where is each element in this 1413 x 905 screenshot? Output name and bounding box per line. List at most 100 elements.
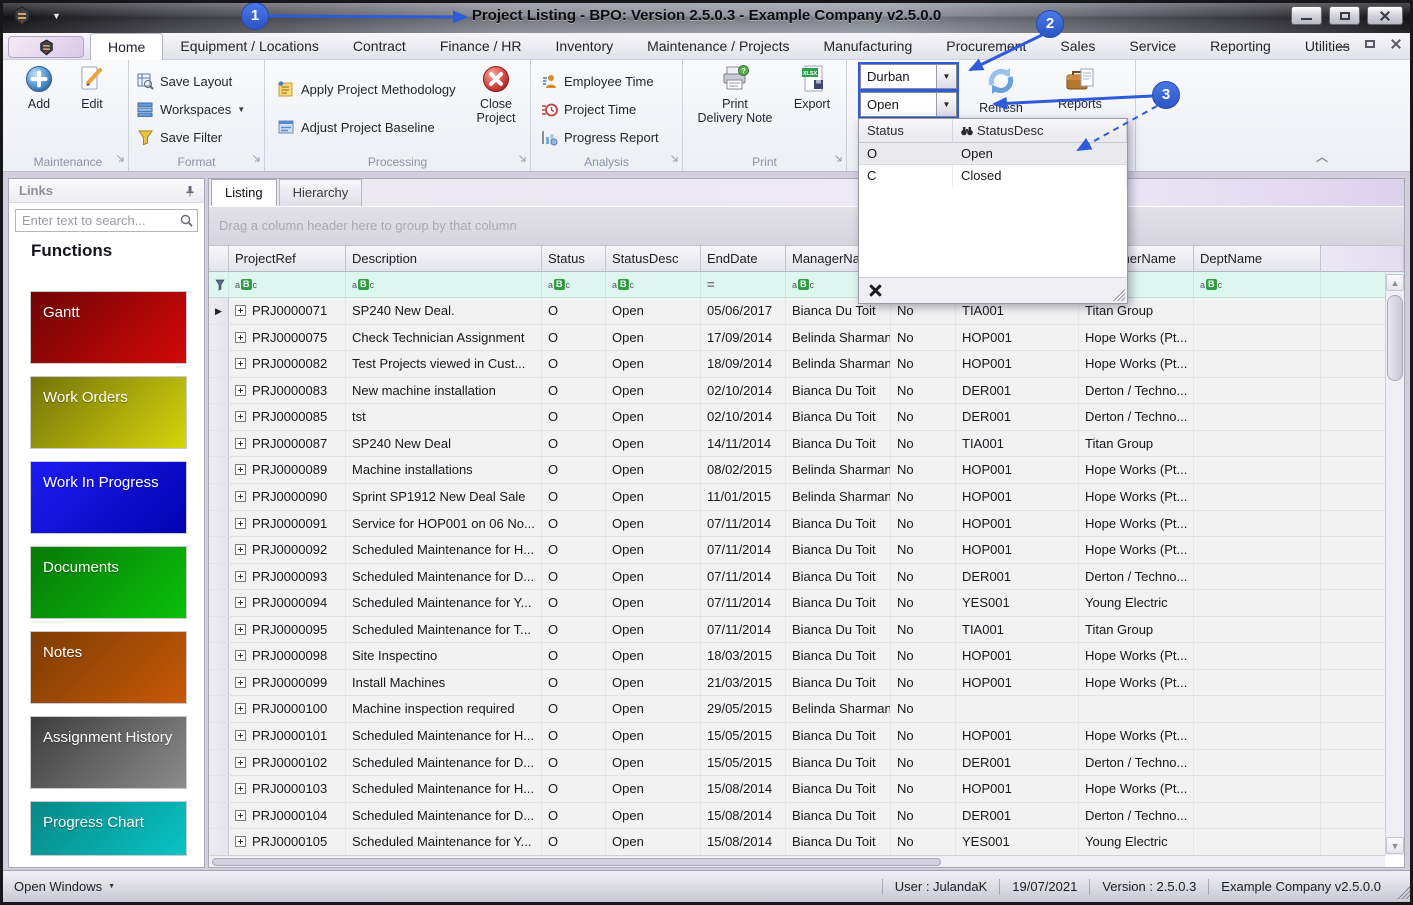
project-row-PRJ0000091[interactable]: PRJ0000091 Service for HOP001 on 06 No...… — [209, 510, 1404, 538]
popup-column-status[interactable]: Status — [859, 119, 953, 142]
project-row-PRJ0000090[interactable]: PRJ0000090 Sprint SP1912 New Deal Sale O Op… — [209, 483, 1404, 511]
save-filter-button[interactable]: Save Filter — [137, 124, 222, 150]
column-header-status[interactable]: Status — [542, 246, 606, 272]
filter-cell-statusdesc[interactable]: aBc — [606, 272, 701, 297]
function-button-work-in-progress[interactable]: Work In Progress — [30, 461, 187, 534]
expand-row-icon[interactable] — [235, 783, 246, 795]
expand-row-icon[interactable] — [235, 836, 246, 848]
expand-row-icon[interactable] — [235, 756, 246, 768]
function-button-documents[interactable]: Documents — [30, 546, 187, 619]
expand-row-icon[interactable] — [235, 384, 246, 396]
close-button[interactable] — [1367, 6, 1403, 25]
minimize-button[interactable] — [1291, 6, 1322, 25]
tab-listing[interactable]: Listing — [211, 179, 277, 206]
project-row-PRJ0000093[interactable]: PRJ0000093 Scheduled Maintenance for D...… — [209, 563, 1404, 591]
ribbon-tab-reporting[interactable]: Reporting — [1193, 33, 1288, 60]
expand-row-icon[interactable] — [235, 730, 246, 741]
adjust-project-baseline-button[interactable]: Adjust Project Baseline — [277, 114, 435, 140]
export-button[interactable]: XLSX Export — [783, 64, 841, 111]
apply-project-methodology-button[interactable]: Apply Project Methodology — [277, 76, 456, 102]
ribbon-tab-equipment-locations[interactable]: Equipment / Locations — [163, 33, 336, 60]
window-resize-grip[interactable] — [1397, 886, 1410, 899]
expand-row-icon[interactable] — [235, 358, 246, 370]
horizontal-scrollbar[interactable] — [209, 855, 1385, 867]
mdi-restore-icon[interactable] — [1365, 40, 1375, 48]
maintenance-dialog-launcher-icon[interactable] — [116, 150, 125, 168]
group-by-panel[interactable]: Drag a column header here to group by th… — [209, 207, 1404, 246]
save-layout-button[interactable]: Save Layout — [137, 68, 232, 94]
analysis-dialog-launcher-icon[interactable] — [670, 150, 679, 168]
expand-row-icon[interactable] — [235, 305, 246, 316]
expand-row-icon[interactable] — [235, 437, 246, 449]
project-row-PRJ0000085[interactable]: PRJ0000085 tst O Open 02/10/2014 Bianca Du To… — [209, 404, 1404, 431]
scroll-up-icon[interactable]: ▲ — [1386, 274, 1404, 291]
popup-resize-grip[interactable] — [1113, 289, 1125, 301]
scroll-down-icon[interactable]: ▼ — [1386, 837, 1404, 854]
status-option-open[interactable]: O Open — [859, 143, 1127, 165]
processing-dialog-launcher-icon[interactable] — [518, 150, 527, 168]
popup-column-statusdesc[interactable]: StatusDesc — [953, 119, 1127, 142]
project-row-PRJ0000101[interactable]: PRJ0000101 Scheduled Maintenance for H...… — [209, 723, 1404, 750]
filter-cell-enddate[interactable]: = — [701, 272, 786, 297]
employee-time-button[interactable]: Employee Time — [541, 68, 654, 94]
filter-cell-projectref[interactable]: aBc — [229, 272, 346, 297]
horizontal-scroll-thumb[interactable] — [212, 858, 942, 866]
branch-combo[interactable]: Durban — [860, 64, 957, 89]
search-icon[interactable] — [180, 214, 193, 232]
expand-row-icon[interactable] — [235, 544, 246, 556]
mdi-minimize-icon[interactable] — [1338, 40, 1349, 48]
project-row-PRJ0000103[interactable]: PRJ0000103 Scheduled Maintenance for H...… — [209, 776, 1404, 803]
branch-combo-dropdown-icon[interactable] — [936, 65, 956, 88]
project-row-PRJ0000071[interactable]: ▶ PRJ0000071 SP240 New Deal. O Open 05/06/201… — [209, 298, 1404, 325]
ribbon-tab-procurement[interactable]: Procurement — [929, 33, 1043, 60]
expand-row-icon[interactable] — [235, 676, 246, 688]
project-row-PRJ0000098[interactable]: PRJ0000098 Site Inspectino O Open 18/03/2015… — [209, 643, 1404, 670]
application-menu-button[interactable] — [8, 36, 84, 58]
format-dialog-launcher-icon[interactable] — [252, 150, 261, 168]
project-row-PRJ0000094[interactable]: PRJ0000094 Scheduled Maintenance for Y...… — [209, 590, 1404, 617]
print-delivery-note-button[interactable]: ? Print Delivery Note — [691, 64, 779, 125]
workspaces-button[interactable]: Workspaces — [137, 96, 245, 122]
column-header-deptname[interactable]: DeptName — [1194, 246, 1321, 272]
ribbon-tab-service[interactable]: Service — [1112, 33, 1193, 60]
project-row-PRJ0000105[interactable]: PRJ0000105 Scheduled Maintenance for Y...… — [209, 829, 1404, 855]
project-row-PRJ0000095[interactable]: PRJ0000095 Scheduled Maintenance for T...… — [209, 616, 1404, 644]
filter-cell-deptname[interactable]: aBc — [1194, 272, 1321, 297]
ribbon-tab-contract[interactable]: Contract — [336, 33, 423, 60]
refresh-button[interactable]: Refresh — [965, 64, 1037, 115]
edit-button[interactable]: Edit — [66, 64, 118, 111]
expand-row-icon[interactable] — [235, 650, 246, 662]
column-header-enddate[interactable]: EndDate — [701, 246, 786, 272]
column-header-description[interactable]: Description — [346, 246, 542, 272]
ribbon-tab-inventory[interactable]: Inventory — [539, 33, 631, 60]
tab-hierarchy[interactable]: Hierarchy — [278, 179, 363, 206]
project-row-PRJ0000083[interactable]: PRJ0000083 New machine installation O Open 0… — [209, 377, 1404, 405]
filter-cell-status[interactable]: aBc — [542, 272, 606, 297]
collapse-ribbon-icon[interactable] — [1316, 148, 1328, 165]
function-button-work-orders[interactable]: Work Orders — [30, 376, 187, 449]
clear-filter-icon[interactable] — [869, 284, 881, 296]
status-combo-dropdown-icon[interactable] — [936, 93, 956, 116]
maximize-button[interactable] — [1329, 6, 1360, 25]
ribbon-tab-maintenance-projects[interactable]: Maintenance / Projects — [630, 33, 806, 60]
ribbon-tab-home[interactable]: Home — [90, 33, 164, 60]
project-row-PRJ0000104[interactable]: PRJ0000104 Scheduled Maintenance for D...… — [209, 802, 1404, 830]
expand-row-icon[interactable] — [235, 597, 246, 609]
search-input[interactable] — [16, 210, 176, 231]
expand-row-icon[interactable] — [235, 464, 246, 476]
status-combo[interactable]: Open — [860, 92, 957, 117]
ribbon-tab-finance-hr[interactable]: Finance / HR — [423, 33, 539, 60]
open-windows-button[interactable]: Open Windows — [14, 879, 115, 894]
project-time-button[interactable]: Project Time — [541, 96, 636, 122]
mdi-close-icon[interactable] — [1391, 39, 1401, 49]
status-option-closed[interactable]: C Closed — [859, 165, 1127, 187]
expand-row-icon[interactable] — [235, 570, 246, 582]
add-button[interactable]: Add — [16, 64, 62, 111]
expand-row-icon[interactable] — [235, 809, 246, 821]
reports-button[interactable]: Reports — [1047, 64, 1113, 111]
project-row-PRJ0000087[interactable]: PRJ0000087 SP240 New Deal O Open 14/11/2014 B… — [209, 430, 1404, 458]
project-row-PRJ0000089[interactable]: PRJ0000089 Machine installations O Open 08/0… — [209, 457, 1404, 484]
project-row-PRJ0000100[interactable]: PRJ0000100 Machine inspection required O Op… — [209, 696, 1404, 723]
ribbon-tab-manufacturing[interactable]: Manufacturing — [807, 33, 930, 60]
progress-report-button[interactable]: Progress Report — [541, 124, 659, 150]
